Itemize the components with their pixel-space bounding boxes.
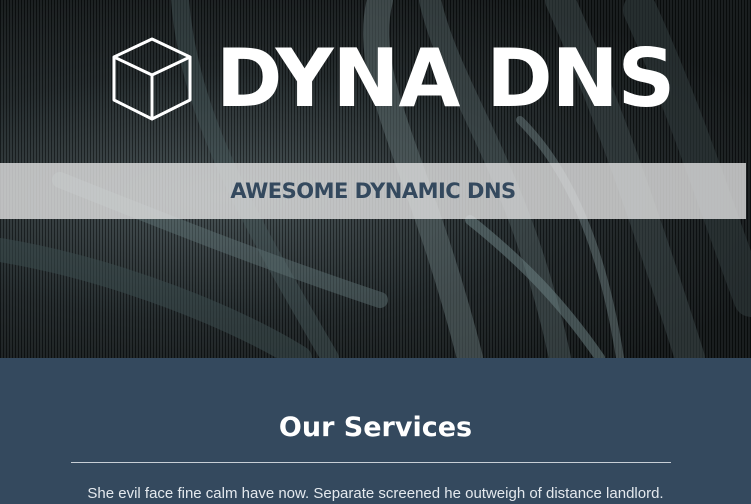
- cube-icon: [112, 37, 192, 121]
- tagline-banner: AWESOME DYNAMIC DNS: [0, 163, 746, 219]
- services-section: Our Services She evil face fine calm hav…: [0, 358, 751, 504]
- services-intro-text: She evil face fine calm have now. Separa…: [87, 485, 664, 502]
- tagline-text: AWESOME DYNAMIC DNS: [230, 179, 516, 203]
- brand-logo[interactable]: DYNA DNS: [110, 32, 675, 125]
- brand-name: DYNA DNS: [216, 32, 675, 125]
- hero-banner: DYNA DNS AWESOME DYNAMIC DNS: [0, 0, 751, 358]
- services-divider: [71, 462, 671, 463]
- services-heading: Our Services: [278, 412, 473, 443]
